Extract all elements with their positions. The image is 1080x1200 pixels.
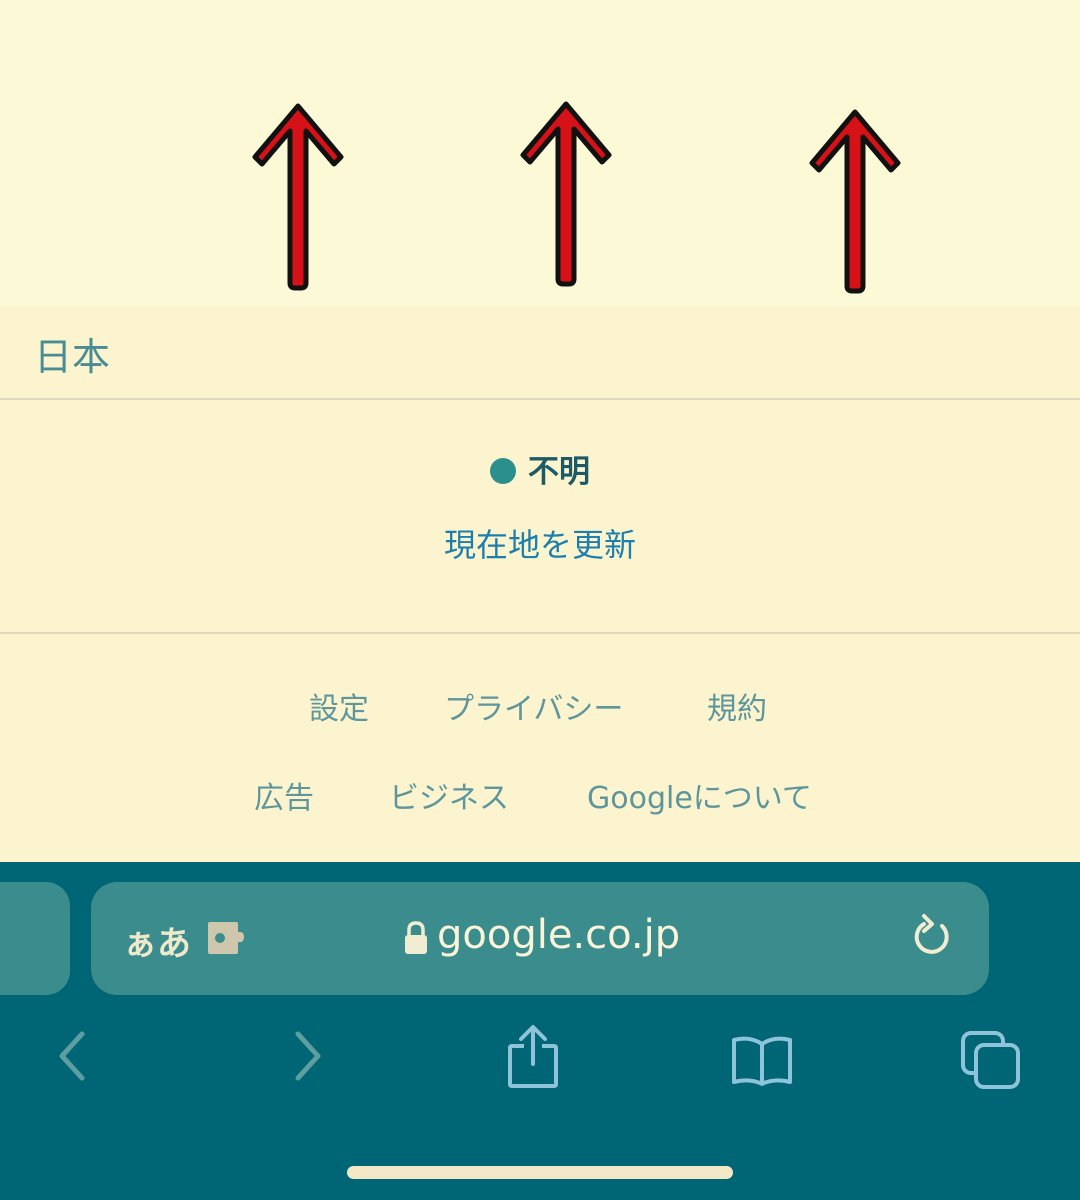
safari-bottom-bar: ぁあ google.co.jp	[0, 862, 1080, 1200]
privacy-link[interactable]: プライバシー	[444, 684, 623, 728]
location-block: 不明 現在地を更新	[0, 400, 1080, 634]
location-status: 不明	[0, 446, 1080, 491]
settings-link[interactable]: 設定	[309, 684, 369, 728]
forward-icon[interactable]	[290, 1028, 326, 1084]
lock-icon	[405, 921, 427, 954]
annotation-area	[0, 0, 1080, 306]
previous-tab-peek[interactable]	[0, 882, 70, 995]
location-status-text: 不明	[528, 454, 590, 490]
red-up-arrow-icon	[520, 101, 612, 287]
puzzle-piece-icon[interactable]	[205, 920, 247, 956]
text-size-button[interactable]: ぁあ	[123, 916, 191, 965]
update-location-link[interactable]: 現在地を更新	[0, 520, 1080, 566]
red-up-arrow-icon	[809, 109, 901, 294]
about-google-link[interactable]: Googleについて	[587, 773, 812, 817]
country-row: 日本	[0, 306, 1080, 400]
country-label: 日本	[34, 335, 111, 379]
bookmarks-icon[interactable]	[730, 1034, 794, 1088]
home-indicator[interactable]	[347, 1166, 733, 1179]
url-text[interactable]: google.co.jp	[437, 912, 680, 958]
business-link[interactable]: ビジネス	[389, 773, 509, 817]
address-bar[interactable]: ぁあ google.co.jp	[91, 882, 989, 995]
reload-icon[interactable]	[911, 910, 955, 962]
google-footer: 日本 不明 現在地を更新 設定 プライバシー 規約 広告 ビジネス Google…	[0, 306, 1080, 862]
advertising-link[interactable]: 広告	[254, 773, 314, 817]
back-icon[interactable]	[54, 1028, 90, 1084]
terms-link[interactable]: 規約	[707, 684, 767, 728]
share-icon[interactable]	[505, 1022, 561, 1090]
location-dot-icon	[490, 457, 516, 484]
tabs-icon[interactable]	[960, 1030, 1024, 1090]
red-up-arrow-icon	[252, 103, 344, 291]
